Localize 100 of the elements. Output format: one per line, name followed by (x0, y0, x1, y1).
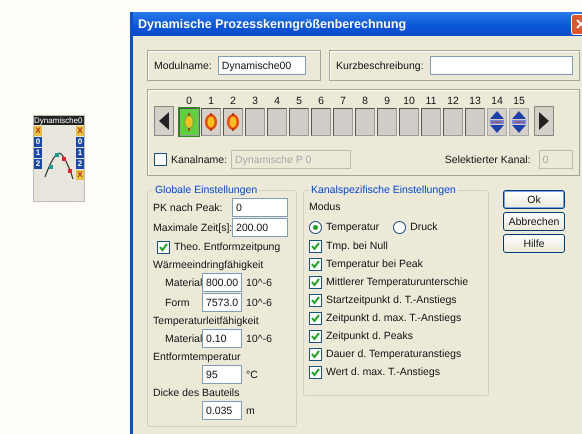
unit-label: m (246, 404, 255, 416)
input-field[interactable]: 95 (202, 365, 242, 384)
checkbox-label: Startzeitpunkt d. T.-Anstiegs (326, 294, 457, 306)
channel-number: 2 (230, 94, 236, 108)
channel-number: 8 (362, 94, 368, 108)
radio-button[interactable] (393, 220, 406, 234)
checkbox-label: Mittlerer Temperaturunterschie (326, 276, 468, 288)
module-title: Dynamische0 (34, 116, 84, 125)
channel-number: 3 (252, 94, 258, 108)
channel-button[interactable] (289, 108, 309, 136)
channel-button[interactable] (355, 108, 375, 136)
group-title: Kanalspezifische Einstellungen (310, 184, 457, 196)
checkbox-label: Kanalname: (171, 154, 228, 166)
group-title: Globale Einstellungen (154, 184, 258, 196)
channel-number: 4 (274, 94, 280, 108)
output-port[interactable]: 2 (76, 159, 84, 169)
dialog-button[interactable]: Abbrechen (503, 212, 565, 231)
checkbox[interactable] (309, 258, 322, 270)
radio-label: Druck (410, 221, 438, 233)
signal-icon (182, 112, 196, 132)
checkbox[interactable] (309, 312, 322, 324)
output-port[interactable]: X (76, 170, 84, 180)
channel-button[interactable] (311, 108, 331, 136)
channel-number: 5 (296, 94, 302, 108)
module-block[interactable]: Dynamische0 X 0 1 2 X 0 1 2 X (33, 115, 85, 202)
input-field[interactable]: 7573.0 (202, 293, 242, 312)
channel-number: 15 (513, 94, 525, 108)
previous-button[interactable] (154, 106, 174, 136)
input-port[interactable]: X (34, 126, 42, 136)
mode-label: Modus (309, 201, 341, 213)
checkbox-label: Zeitpunkt d. Peaks (326, 330, 413, 342)
channel-button[interactable] (333, 108, 353, 136)
checkbox[interactable] (309, 330, 322, 342)
checkbox-label: Wert d. max. T.-Anstiegs (326, 366, 440, 378)
channel-button[interactable] (487, 108, 507, 136)
checkbox[interactable] (157, 240, 170, 254)
channel-button[interactable] (377, 108, 397, 136)
channel-number: 11 (426, 94, 436, 108)
section-label: Temperaturleitfähigkeit (153, 314, 259, 326)
channel-button[interactable] (179, 108, 199, 136)
unit-label: 10^-6 (246, 296, 272, 308)
short-description-field[interactable] (430, 56, 573, 75)
channel-number: 6 (318, 94, 324, 108)
channel-number: 13 (469, 94, 481, 108)
checkbox[interactable] (309, 276, 322, 288)
input-field[interactable]: 800.00 (202, 273, 242, 292)
signal-icon (226, 112, 240, 132)
checkbox-label: Theo. Entformzeitpung (174, 241, 280, 253)
next-button[interactable] (534, 106, 554, 136)
plug-icon (511, 110, 527, 134)
input-port[interactable]: 2 (34, 159, 42, 169)
channel-button[interactable] (223, 108, 243, 136)
checkbox-label: Temperatur bei Peak (326, 258, 423, 270)
dialog-button[interactable]: Ok (503, 190, 565, 209)
checkbox[interactable] (309, 240, 322, 252)
radio-button[interactable] (309, 220, 322, 234)
channel-number: 10 (403, 94, 415, 108)
output-port[interactable]: X (76, 126, 84, 136)
window-title: Dynamische Prozesskenngrößenberechnung (138, 17, 406, 31)
left-arrow-icon (157, 110, 171, 132)
input-port[interactable]: 0 (34, 137, 42, 147)
unit-label: 10^-6 (246, 276, 272, 288)
plug-icon (489, 110, 505, 134)
channel-button[interactable] (245, 108, 265, 136)
output-port[interactable]: 1 (76, 148, 84, 158)
field-label: Kurzbeschreibung: (336, 60, 424, 72)
checkbox[interactable] (309, 366, 322, 378)
signal-icon (204, 112, 218, 132)
field-label: Form (164, 296, 190, 308)
channel-number: 9 (384, 94, 390, 108)
unit-label: °C (246, 368, 258, 380)
section-label: Entformtemperatur (153, 350, 241, 362)
channel-button[interactable] (443, 108, 463, 136)
channel-number: 7 (340, 94, 346, 108)
channel-button[interactable] (421, 108, 441, 136)
section-label: Wärmeeindringfähigkeit (153, 258, 264, 270)
channel-button[interactable] (201, 108, 221, 136)
channel-number: 1 (208, 94, 214, 108)
channel-button[interactable] (399, 108, 419, 136)
module-name-field[interactable]: Dynamische00 (218, 56, 306, 75)
checkbox-label: Zeitpunkt d. max. T.-Anstiegs (326, 312, 462, 324)
checkbox[interactable] (309, 294, 322, 306)
checkbox-label: Tmp. bei Null (326, 240, 388, 252)
dialog-button[interactable]: Hilfe (503, 234, 565, 253)
input-field[interactable]: 0.035 (202, 401, 242, 420)
right-arrow-icon (537, 110, 551, 132)
output-port[interactable]: 0 (76, 137, 84, 147)
field-label: PK nach Peak: (153, 202, 224, 214)
input-field[interactable]: 0.10 (202, 329, 242, 348)
channel-button[interactable] (509, 108, 529, 136)
field-label: Selektierter Kanal: (444, 154, 531, 166)
channel-button[interactable] (267, 108, 287, 136)
input-port[interactable]: 1 (34, 148, 42, 158)
checkbox-label: Dauer d. Temperaturanstiegs (326, 348, 462, 360)
input-field[interactable]: 200.00 (232, 218, 288, 237)
radio-label: Temperatur (326, 221, 380, 233)
checkbox[interactable] (309, 348, 322, 360)
field-label: Modulname: (154, 60, 212, 72)
channel-button[interactable] (465, 108, 485, 136)
input-field[interactable]: 0 (232, 198, 288, 217)
